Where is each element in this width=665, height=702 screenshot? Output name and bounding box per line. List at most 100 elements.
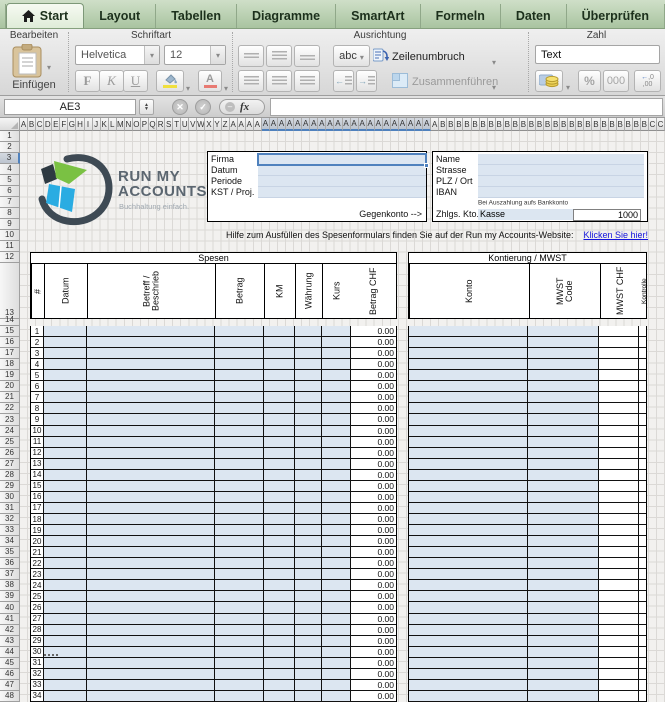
expense-input-cell[interactable] [215,558,264,569]
column-header-13[interactable]: N [124,118,133,131]
column-header-0[interactable]: A [20,118,29,131]
mwst-code-cell[interactable] [528,525,599,536]
expense-input-cell[interactable] [215,502,264,513]
column-header-68[interactable]: B [568,118,577,131]
konto-cell[interactable] [409,547,528,558]
expense-input-cell[interactable] [44,547,87,558]
expense-input-cell[interactable] [295,425,322,436]
mwst-code-cell[interactable] [528,580,599,591]
expense-input-cell[interactable] [87,326,215,337]
expense-input-cell[interactable] [44,348,87,359]
expense-chf-cell[interactable]: 0.00 [351,569,396,580]
expense-chf-cell[interactable]: 0.00 [351,635,396,646]
mwst-chf-cell[interactable] [599,458,639,469]
kontrolle-cell[interactable] [639,646,646,657]
expense-input-cell[interactable] [322,558,351,569]
column-header-36[interactable]: A [310,118,319,131]
kontrolle-cell[interactable] [639,690,646,701]
expense-input-cell[interactable] [295,580,322,591]
konto-cell[interactable] [409,370,528,381]
konto-cell[interactable] [409,469,528,480]
expense-input-cell[interactable] [322,381,351,392]
column-header-46[interactable]: A [390,118,399,131]
kontrolle-cell[interactable] [639,502,646,513]
column-header-69[interactable]: B [576,118,585,131]
expense-input-cell[interactable] [322,436,351,447]
mwst-chf-cell[interactable] [599,414,639,425]
row-header-16[interactable]: 16 [0,337,20,349]
expense-input-cell[interactable] [264,392,295,403]
column-header-23[interactable]: X [205,118,214,131]
expense-input-cell[interactable] [44,690,87,701]
mwst-code-cell[interactable] [528,359,599,370]
align-middle-button[interactable] [266,45,292,67]
expense-input-cell[interactable] [215,403,264,414]
expense-num-cell[interactable]: 17 [31,502,44,513]
mwst-chf-cell[interactable] [599,370,639,381]
mwst-chf-cell[interactable] [599,558,639,569]
mwst-chf-cell[interactable] [599,469,639,480]
mwst-chf-cell[interactable] [599,657,639,668]
merge-cells-icon[interactable] [392,73,408,88]
expense-num-cell[interactable]: 24 [31,580,44,591]
expense-input-cell[interactable] [215,480,264,491]
column-header-24[interactable]: Y [213,118,222,131]
konto-cell[interactable] [409,458,528,469]
column-header-17[interactable]: R [157,118,166,131]
row-header-36[interactable]: 36 [0,558,20,570]
tab-smartart[interactable]: SmartArt [336,4,421,28]
expense-chf-cell[interactable]: 0.00 [351,425,396,436]
expense-chf-cell[interactable]: 0.00 [351,436,396,447]
mwst-code-cell[interactable] [528,547,599,558]
expense-input-cell[interactable] [322,569,351,580]
expense-chf-cell[interactable]: 0.00 [351,326,396,337]
column-header-42[interactable]: A [358,118,367,131]
expense-input-cell[interactable] [264,624,295,635]
expense-input-cell[interactable] [215,491,264,502]
expense-input-cell[interactable] [87,480,215,491]
person-input-block[interactable] [478,154,644,198]
expense-input-cell[interactable] [264,414,295,425]
column-header-67[interactable]: B [560,118,569,131]
expense-input-cell[interactable] [295,646,322,657]
mwst-chf-cell[interactable] [599,580,639,591]
expense-num-cell[interactable]: 15 [31,480,44,491]
kontrolle-cell[interactable] [639,392,646,403]
expense-input-cell[interactable] [295,624,322,635]
expense-input-cell[interactable] [322,624,351,635]
row-header-14[interactable]: 14 [0,315,20,326]
row-header-6[interactable]: 6 [0,186,20,197]
expense-input-cell[interactable] [87,690,215,701]
kontrolle-cell[interactable] [639,436,646,447]
expense-num-cell[interactable]: 22 [31,558,44,569]
expense-input-cell[interactable] [295,480,322,491]
payment-method-cell[interactable]: Kasse [478,209,573,220]
expense-input-cell[interactable] [264,690,295,701]
mwst-code-cell[interactable] [528,480,599,491]
row-header-3[interactable]: 3 [0,153,20,164]
expense-input-cell[interactable] [264,580,295,591]
column-header-53[interactable]: B [447,118,456,131]
row-header-48[interactable]: 48 [0,690,20,702]
column-header-16[interactable]: Q [149,118,158,131]
column-header-29[interactable]: A [253,118,262,131]
konto-cell[interactable] [409,668,528,679]
expense-num-cell[interactable]: 3 [31,348,44,359]
kontrolle-cell[interactable] [639,569,646,580]
expense-input-cell[interactable] [87,657,215,668]
expense-input-cell[interactable] [295,602,322,613]
row-header-17[interactable]: 17 [0,348,20,360]
mwst-chf-cell[interactable] [599,591,639,602]
wrap-dropdown-icon[interactable] [492,52,496,70]
expense-input-cell[interactable] [322,502,351,513]
mwst-code-cell[interactable] [528,370,599,381]
expense-input-cell[interactable] [87,569,215,580]
kontrolle-cell[interactable] [639,337,646,348]
expense-input-cell[interactable] [322,403,351,414]
expense-chf-cell[interactable]: 0.00 [351,591,396,602]
expense-input-cell[interactable] [87,613,215,624]
expense-num-cell[interactable]: 20 [31,536,44,547]
row-header-30[interactable]: 30 [0,491,20,503]
expense-input-cell[interactable] [44,558,87,569]
expense-input-cell[interactable] [87,502,215,513]
